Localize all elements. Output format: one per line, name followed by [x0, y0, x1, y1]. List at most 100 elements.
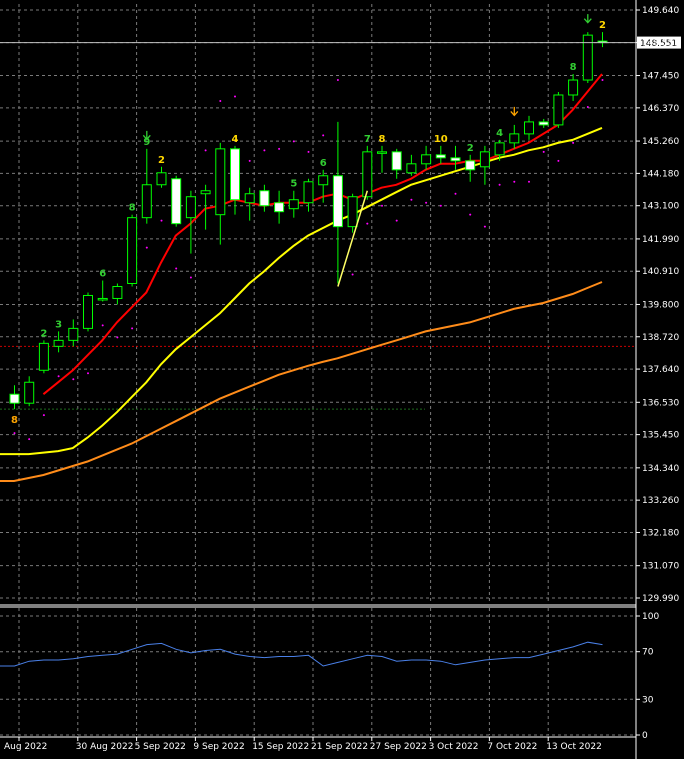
time-tick-label: 7 Oct 2022: [487, 742, 537, 752]
candle-body: [494, 142, 505, 156]
indicator-grid: [0, 608, 636, 736]
candle-body: [68, 327, 79, 341]
sar-dot: [87, 372, 89, 375]
count-label: 10: [434, 134, 448, 145]
candle-body: [538, 121, 549, 126]
horizontal-levels: [0, 345, 636, 410]
candle-body: [171, 178, 182, 225]
candle-body: [230, 148, 240, 201]
candle-body: [568, 79, 579, 96]
price-tick-label: 134.340: [642, 464, 679, 474]
candle-body: [185, 196, 196, 219]
down-arrow-icon: [583, 14, 592, 24]
price-tick-label: 129.990: [642, 594, 679, 604]
sar-dot: [248, 159, 251, 162]
oscillator-series-line: [0, 641, 603, 667]
sar-dot: [145, 246, 148, 249]
sar-dot: [160, 219, 163, 222]
time-axis-labels: Aug 2022 30 Aug 2022 5 Sep 2022 9 Sep 2022 1…: [4, 737, 602, 752]
sar-dot: [454, 192, 457, 195]
candle-body: [377, 151, 387, 154]
price-tick-label: 135.450: [642, 431, 679, 441]
count-label: 6: [320, 158, 327, 169]
sar-dot: [410, 198, 413, 201]
count-label: 3: [55, 319, 62, 330]
sar-dot: [322, 134, 325, 137]
price-tick-label: 136.530: [642, 398, 679, 408]
sar-dot: [381, 204, 383, 207]
candle-body: [303, 181, 314, 204]
sar-dot: [189, 276, 192, 279]
time-tick-label: 30 Aug 2022: [76, 742, 134, 752]
candle-body: [332, 175, 343, 228]
price-tick-label: 145.260: [642, 137, 679, 147]
sar-dot: [116, 336, 119, 339]
time-tick-label: 3 Oct 2022: [429, 742, 479, 752]
sar-dot: [425, 201, 428, 204]
sar-dot: [175, 267, 178, 270]
candle-body: [509, 133, 520, 144]
price-tick-label: 146.370: [642, 104, 679, 114]
count-label: 7: [364, 134, 371, 145]
candle-body: [347, 196, 358, 228]
sar-dot: [292, 140, 295, 143]
sar-dot: [131, 327, 134, 330]
candle-body: [259, 190, 270, 207]
price-tick-label: 132.180: [642, 528, 679, 538]
candle-body: [318, 175, 329, 186]
sar-dot: [234, 95, 236, 98]
time-tick-label: 5 Sep 2022: [135, 742, 186, 752]
sar-dot: [204, 149, 207, 152]
oscillator-tick-label: 70: [642, 648, 654, 658]
candle-body: [156, 172, 167, 186]
candle-body: [465, 160, 476, 171]
candle-body: [524, 121, 534, 135]
candle-body: [24, 381, 35, 404]
candle-body: [83, 294, 93, 329]
candle-body: [391, 151, 402, 171]
time-tick-label: 21 Sep 2022: [311, 742, 368, 752]
oscillator-tick-label: 0: [642, 731, 648, 741]
time-tick-label: 15 Sep 2022: [252, 742, 309, 752]
oscillator-line: [0, 641, 603, 667]
candle-body: [38, 342, 49, 371]
count-label: 2: [599, 20, 606, 31]
time-tick-label: Aug 2022: [4, 742, 47, 752]
price-axis-ticks: 149.640 148.551 147.450 146.370 145.260 144.1…: [636, 6, 679, 604]
candle-body: [582, 34, 593, 81]
sar-dot: [101, 324, 104, 327]
sar-dot: [542, 150, 545, 153]
candle-body: [274, 202, 285, 213]
sar-dot: [351, 273, 354, 276]
candle-body: [479, 151, 490, 168]
price-tick-label: 137.640: [642, 365, 679, 375]
sar-dot: [528, 180, 530, 183]
candle-body: [288, 199, 299, 210]
sar-dot: [336, 79, 339, 82]
count-label: 4: [496, 128, 503, 139]
oscillator-tick-label: 100: [642, 612, 659, 622]
sar-dot: [13, 432, 16, 435]
price-tick-label: 148.551: [642, 39, 679, 49]
sar-dot: [307, 150, 310, 153]
price-tick-label: 140.910: [642, 267, 679, 277]
candle-body: [141, 184, 152, 219]
count-label: 6: [99, 269, 106, 280]
candle-body: [127, 217, 138, 285]
sar-dot: [278, 147, 281, 150]
signal-arrows: [142, 14, 592, 141]
price-tick-label: 144.180: [642, 169, 679, 179]
price-tick-label: 139.800: [642, 300, 679, 310]
candle-body: [450, 157, 461, 162]
count-label: 8: [570, 62, 577, 73]
sar-dot: [557, 159, 560, 162]
sar-dot: [483, 225, 486, 228]
price-tick-label: 149.640: [642, 6, 679, 16]
count-label: 8: [11, 415, 18, 426]
count-label: 5: [290, 179, 297, 190]
chart-frame: [0, 0, 637, 759]
sar-dot: [72, 378, 75, 381]
time-tick-label: 9 Sep 2022: [193, 742, 244, 752]
candle-body: [553, 94, 564, 126]
sar-dot: [586, 105, 589, 108]
